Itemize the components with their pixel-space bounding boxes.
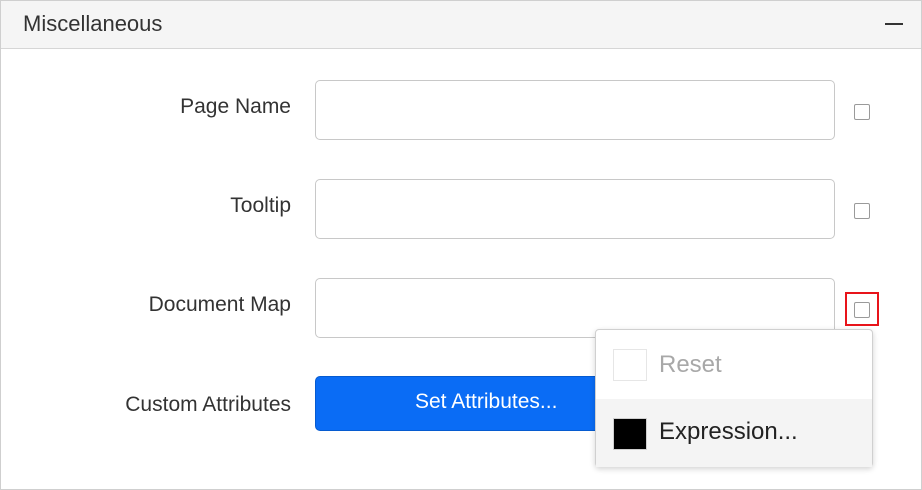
set-attributes-button-label: Set Attributes... bbox=[415, 390, 558, 413]
page-name-label: Page Name bbox=[180, 95, 291, 118]
document-map-label: Document Map bbox=[148, 293, 291, 316]
custom-attributes-label: Custom Attributes bbox=[125, 393, 291, 416]
page-name-expression-checkbox[interactable] bbox=[854, 104, 870, 120]
menu-item-label: Expression... bbox=[659, 418, 798, 445]
tooltip-label: Tooltip bbox=[230, 194, 291, 217]
properties-panel: Miscellaneous Page Name Tooltip Document… bbox=[0, 0, 922, 490]
panel-title: Miscellaneous bbox=[23, 11, 163, 36]
reset-swatch-icon bbox=[613, 349, 647, 381]
panel-header[interactable]: Miscellaneous bbox=[1, 1, 921, 49]
page-name-input[interactable] bbox=[315, 80, 835, 140]
expression-swatch-icon bbox=[613, 418, 647, 450]
tooltip-expression-checkbox[interactable] bbox=[854, 203, 870, 219]
minus-icon[interactable] bbox=[885, 23, 903, 25]
menu-item-label: Reset bbox=[659, 351, 722, 378]
document-map-expression-checkbox[interactable] bbox=[854, 302, 870, 318]
menu-item-expression[interactable]: Expression... bbox=[596, 399, 872, 467]
menu-item-reset[interactable]: Reset bbox=[596, 331, 872, 399]
tooltip-input[interactable] bbox=[315, 179, 835, 239]
expression-context-menu: Reset Expression... bbox=[595, 329, 873, 467]
